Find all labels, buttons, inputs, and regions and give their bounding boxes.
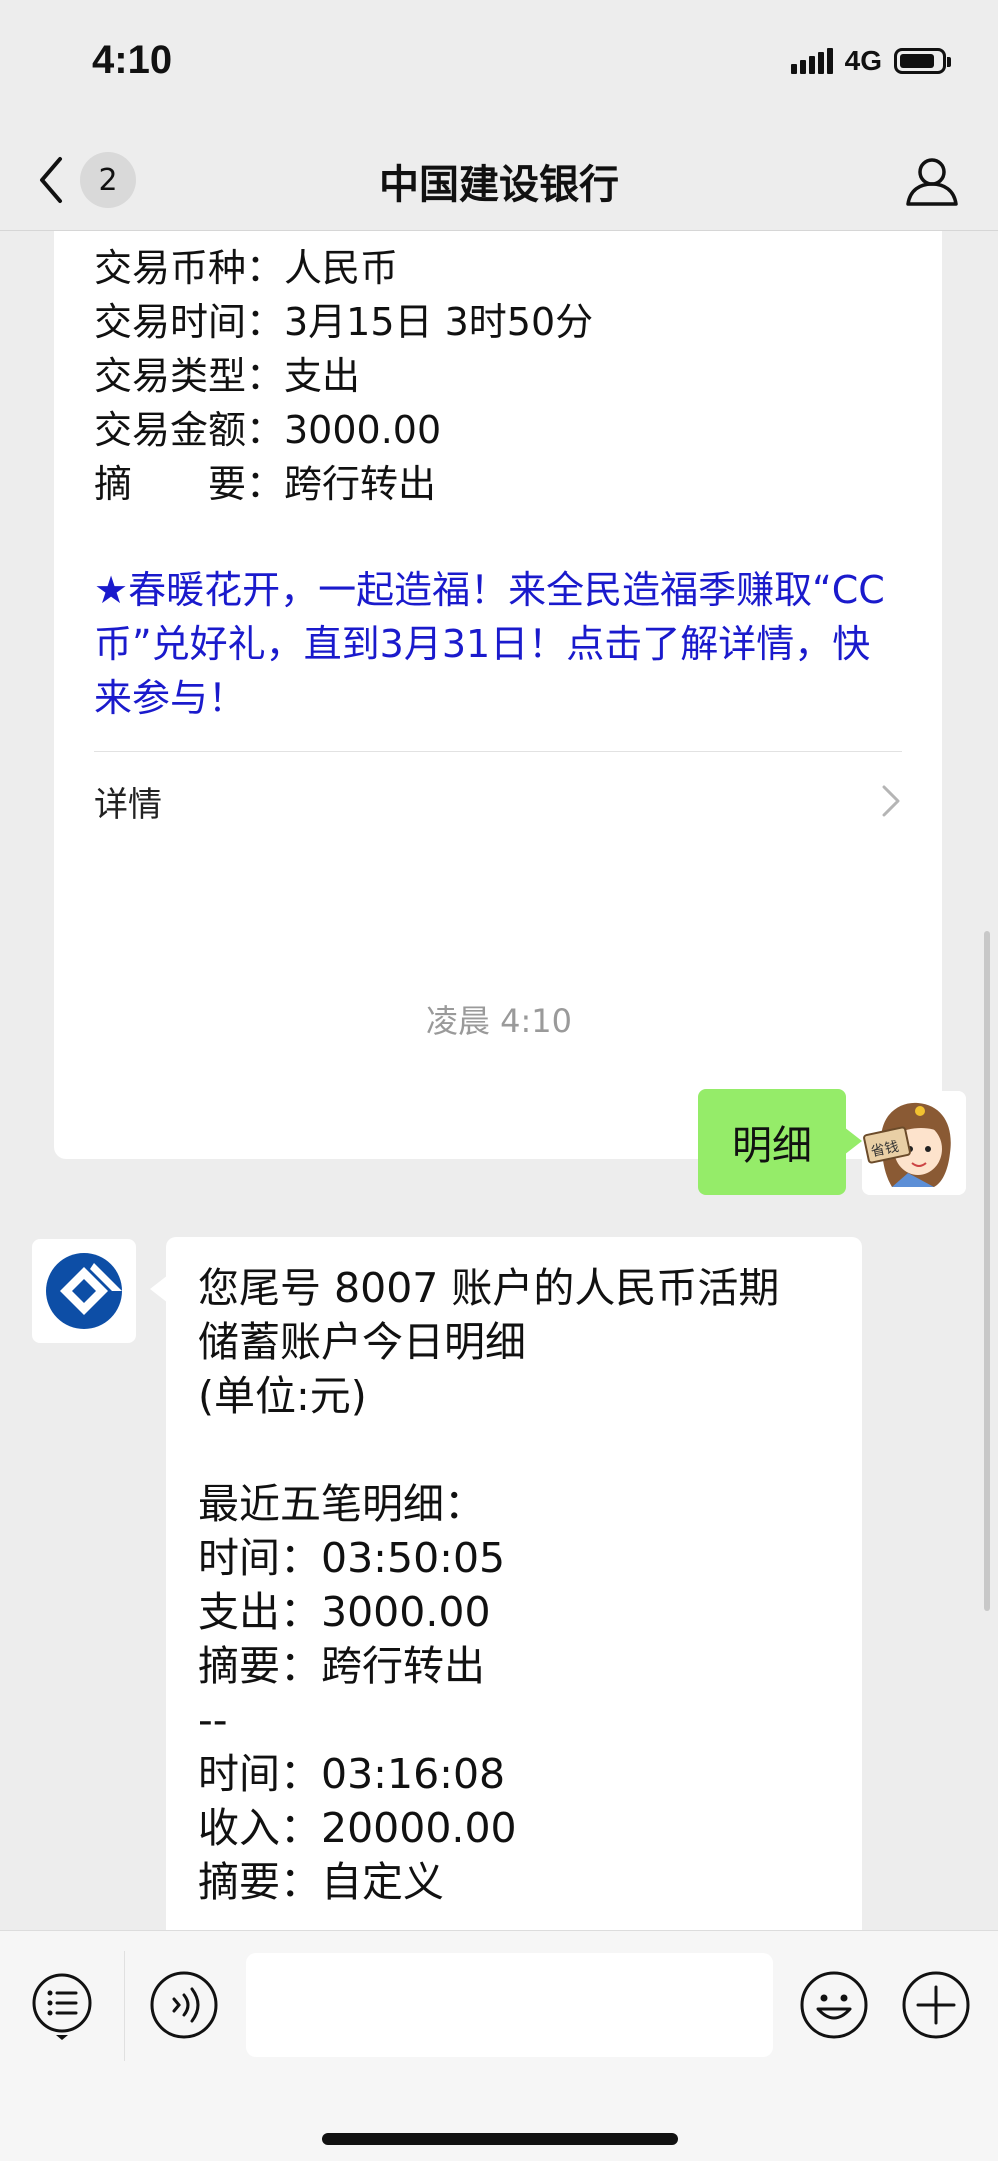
card-line: 交易时间：3月15日 3时50分 [94, 300, 594, 344]
status-bar: 4:10 4G [0, 0, 998, 130]
plus-icon[interactable] [900, 1969, 972, 2041]
message-line: 摘要：自定义 [198, 1858, 444, 1906]
input-bar [0, 1930, 998, 2161]
card-line: 交易币种：人民币 [94, 246, 399, 290]
message-line: 储蓄账户今日明细 [198, 1318, 526, 1366]
message-line: 摘要：跨行转出 [198, 1642, 485, 1690]
home-indicator[interactable] [322, 2133, 678, 2145]
nav-bar: 2 中国建设银行 [0, 130, 998, 231]
user-avatar[interactable]: 省钱 [862, 1091, 966, 1195]
message-line: 最近五笔明细： [198, 1480, 485, 1528]
card-line: 交易类型：支出 [94, 354, 361, 398]
card-details: 交易币种：人民币 交易时间：3月15日 3时50分 交易类型：支出 交易金额：3… [94, 241, 593, 511]
status-time: 4:10 [92, 38, 173, 82]
message-line: 时间：03:50:05 [198, 1534, 506, 1582]
message-line: 支出：3000.00 [198, 1588, 491, 1636]
message-line: 收入：20000.00 [198, 1804, 517, 1852]
details-label: 详情 [94, 784, 162, 825]
bank-message-bubble[interactable]: 您尾号 8007 账户的人民币活期 储蓄账户今日明细 (单位:元) 最近五笔明细… [150, 1237, 862, 1931]
emoji-icon[interactable] [798, 1969, 870, 2041]
bank-avatar[interactable] [32, 1239, 136, 1343]
battery-icon [894, 48, 951, 74]
scrollbar[interactable] [984, 931, 990, 1611]
message-line: -- [198, 1696, 228, 1744]
message-timestamp: 凌晨 4:10 [425, 1002, 573, 1040]
ccb-logo-icon [46, 1253, 122, 1329]
profile-icon[interactable] [902, 150, 962, 210]
details-row[interactable]: 详情 [94, 761, 902, 841]
message-input[interactable] [246, 1953, 773, 2057]
message-line: (单位:元) [198, 1372, 367, 1420]
card-divider [94, 751, 902, 752]
cartoon-girl-avatar-icon: 省钱 [862, 1091, 966, 1195]
message-line: 您尾号 8007 账户的人民币活期 [198, 1264, 780, 1312]
chevron-right-icon [882, 785, 900, 817]
signal-icon [790, 48, 833, 74]
user-message-bubble[interactable]: 明细 [698, 1089, 862, 1195]
chat-title: 中国建设银行 [379, 162, 619, 208]
card-line: 摘 要：跨行转出 [94, 462, 437, 506]
message-line [198, 1423, 830, 1477]
message-line: 时间：03:16:08 [198, 1750, 506, 1798]
chat-area[interactable]: ▇▇▇▇▇ ▇▇▇ ▇▇▇▇▇▇▇▇ 交易币种：人民币 交易时间：3月15日 3… [0, 231, 998, 1931]
status-indicators: 4G [790, 45, 951, 77]
network-type: 4G [844, 45, 882, 76]
card-line: 交易金额：3000.00 [94, 408, 442, 452]
input-bar-divider [124, 1951, 125, 2061]
voice-icon[interactable] [148, 1969, 220, 2041]
menu-list-icon[interactable] [26, 1969, 98, 2041]
promo-link[interactable]: ★春暖花开，一起造福！来全民造福季赚取“CC币”兑好礼，直到3月31日！点击了解… [94, 563, 894, 725]
